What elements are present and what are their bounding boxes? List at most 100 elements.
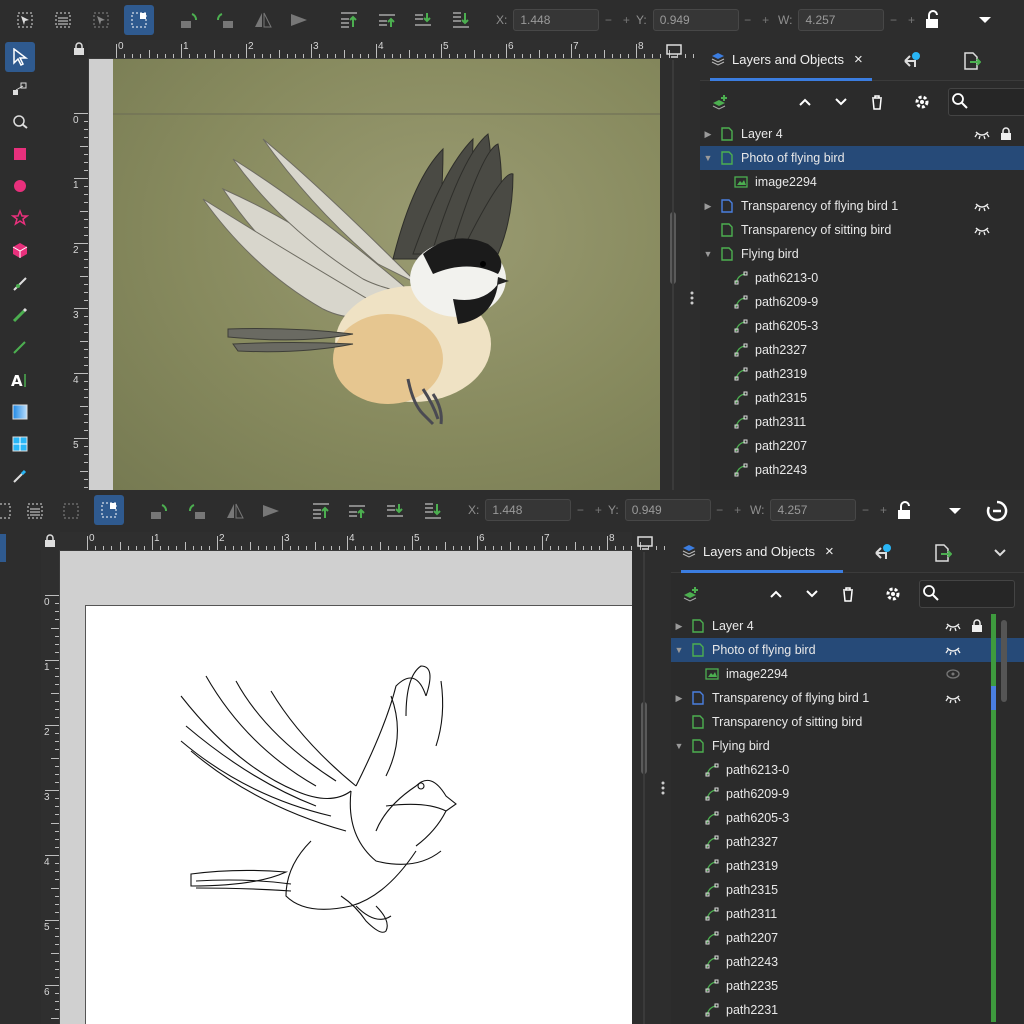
canvas-area[interactable] — [89, 59, 660, 490]
object-row[interactable]: path6213-0 — [700, 266, 1024, 290]
object-row[interactable]: path6205-3 — [671, 806, 1024, 830]
x-input[interactable]: 1.448 — [513, 9, 600, 31]
lower-to-bottom-button[interactable] — [448, 7, 474, 33]
eye-closed-icon[interactable] — [974, 224, 990, 236]
expander-open-icon[interactable]: ▼ — [674, 741, 684, 751]
layer-row[interactable]: ▶ Layer 4 — [671, 614, 1024, 638]
w-stepper[interactable]: − + — [884, 9, 920, 31]
minus-icon[interactable]: − — [744, 13, 751, 27]
minus-icon[interactable]: − — [605, 13, 612, 27]
y-input[interactable]: 0.949 — [624, 499, 711, 521]
layer-row[interactable]: Transparency of sitting bird — [671, 710, 1024, 734]
object-row[interactable]: path2243 — [700, 458, 1024, 482]
layer-row[interactable]: ▼ Photo of flying bird — [671, 638, 1024, 662]
expander-closed-icon[interactable]: ▶ — [703, 201, 713, 211]
expander-open-icon[interactable]: ▼ — [703, 153, 713, 163]
layer-row[interactable]: ▼ Photo of flying bird — [700, 146, 1024, 170]
eye-closed-icon[interactable] — [974, 128, 990, 140]
bird-photo[interactable] — [113, 59, 660, 490]
deselect-button[interactable] — [88, 7, 114, 33]
expander-open-icon[interactable]: ▼ — [703, 249, 713, 259]
selector-tool[interactable] — [5, 42, 35, 72]
object-row[interactable]: image2294 — [671, 662, 1024, 686]
layer-row[interactable]: ▶ Transparency of flying bird 1 — [671, 686, 1024, 710]
horizontal-ruler[interactable]: 0 1 2 3 4 5 6 7 8 — [60, 532, 665, 551]
w-field[interactable]: W: 4.257 − + — [778, 8, 920, 32]
tab-undo-history[interactable] — [898, 48, 924, 74]
eye-closed-icon[interactable] — [945, 644, 961, 656]
expander-closed-icon[interactable]: ▶ — [703, 129, 713, 139]
display-mode-icon[interactable] — [636, 536, 654, 550]
snap-toggle-button[interactable] — [984, 498, 1010, 524]
object-row[interactable]: path6213-0 — [671, 758, 1024, 782]
eye-closed-icon[interactable] — [945, 692, 961, 704]
rotate-cw-button[interactable] — [212, 7, 238, 33]
eye-closed-icon[interactable] — [974, 200, 990, 212]
plus-icon[interactable]: + — [908, 13, 915, 27]
rotate-ccw-button[interactable] — [176, 7, 202, 33]
tree-scrollbar[interactable] — [1001, 620, 1007, 702]
lock-ratio-button[interactable] — [892, 498, 918, 524]
panel-menu-button[interactable] — [987, 540, 1013, 566]
lock-guides-icon[interactable] — [43, 534, 57, 548]
dropper-tool[interactable] — [7, 463, 33, 489]
select-all-button[interactable] — [12, 7, 38, 33]
tab-layers-and-objects[interactable]: Layers and Objects × — [681, 532, 843, 573]
expander-closed-icon[interactable]: ▶ — [674, 621, 684, 631]
y-field[interactable]: Y: 0.949 − + — [636, 8, 775, 32]
tweak-tool[interactable] — [7, 108, 33, 134]
select-all-layers-button[interactable] — [50, 7, 76, 33]
object-row[interactable]: path6209-9 — [700, 290, 1024, 314]
minus-icon[interactable]: − — [862, 503, 869, 517]
object-row[interactable]: path2311 — [700, 410, 1024, 434]
visibility-toggle[interactable] — [974, 200, 990, 212]
deselect-button[interactable] — [58, 498, 84, 524]
object-row[interactable]: path6209-9 — [671, 782, 1024, 806]
plus-icon[interactable]: + — [734, 503, 741, 517]
object-row[interactable]: path2315 — [671, 878, 1024, 902]
touch-select-button[interactable] — [124, 5, 154, 35]
object-row[interactable]: path2235 — [671, 974, 1024, 998]
x-stepper[interactable]: − + — [571, 499, 607, 521]
object-row[interactable]: path2231 — [671, 998, 1024, 1022]
display-mode-icon[interactable] — [665, 44, 683, 58]
visibility-toggle[interactable] — [945, 692, 961, 704]
y-input[interactable]: 0.949 — [652, 9, 739, 31]
tab-layers-and-objects[interactable]: Layers and Objects × — [710, 40, 872, 81]
object-row[interactable]: path2327 — [671, 830, 1024, 854]
flip-horizontal-button[interactable] — [250, 7, 276, 33]
object-row[interactable]: path2319 — [700, 362, 1024, 386]
toolbar-overflow-button[interactable] — [942, 498, 968, 524]
touch-select-button[interactable] — [94, 495, 124, 525]
box3d-tool[interactable] — [7, 237, 33, 263]
visibility-toggle[interactable] — [945, 668, 961, 680]
x-input[interactable]: 1.448 — [485, 499, 572, 521]
layer-row[interactable]: ▶ Layer 4 — [700, 122, 1024, 146]
vertical-ruler[interactable]: 0 1 2 3 4 5 6 — [41, 550, 60, 1024]
raise-button[interactable] — [344, 498, 370, 524]
panel-resize-handle[interactable] — [661, 780, 665, 796]
plus-icon[interactable]: + — [762, 13, 769, 27]
lock-guides-icon[interactable] — [72, 42, 86, 56]
lock-ratio-button[interactable] — [920, 7, 946, 33]
lower-button[interactable] — [382, 498, 408, 524]
flip-vertical-button[interactable] — [286, 7, 312, 33]
node-tool[interactable] — [7, 76, 33, 102]
layer-row[interactable]: ▼ Flying bird — [671, 734, 1024, 758]
text-tool[interactable]: A — [7, 367, 33, 393]
pen-tool[interactable] — [7, 271, 33, 297]
lock-toggle[interactable] — [1000, 127, 1012, 140]
y-stepper[interactable]: − + — [711, 499, 747, 521]
add-layer-button[interactable] — [706, 89, 732, 115]
page[interactable] — [85, 605, 632, 1024]
tab-undo-history[interactable] — [869, 540, 895, 566]
x-stepper[interactable]: − + — [599, 9, 635, 31]
expander-closed-icon[interactable]: ▶ — [674, 693, 684, 703]
visibility-toggle[interactable] — [974, 224, 990, 236]
object-row[interactable]: path6205-3 — [700, 314, 1024, 338]
gradient-tool[interactable] — [7, 399, 33, 425]
vertical-ruler[interactable]: 0 1 2 3 4 5 — [70, 58, 89, 490]
visibility-toggle[interactable] — [945, 644, 961, 656]
w-input[interactable]: 4.257 — [798, 9, 885, 31]
visibility-toggle[interactable] — [974, 128, 990, 140]
